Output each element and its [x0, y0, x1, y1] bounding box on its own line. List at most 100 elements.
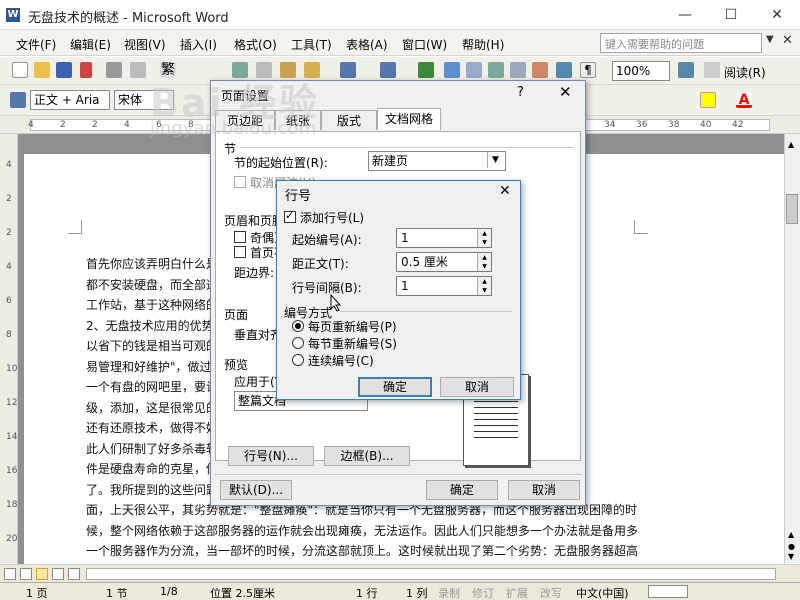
- status-ext[interactable]: 扩展: [506, 585, 528, 600]
- web-view-icon[interactable]: [20, 568, 32, 580]
- doc-close-icon[interactable]: ✕: [782, 33, 793, 48]
- hyperlink-icon[interactable]: [418, 62, 434, 78]
- close-button[interactable]: ✕: [754, 0, 800, 30]
- next-page-icon[interactable]: ▼: [788, 552, 794, 561]
- from-edge-label: 距边界:: [234, 266, 275, 280]
- ruler-number: 40: [700, 120, 712, 130]
- section-start-label: 节的起始位置(R):: [234, 156, 328, 170]
- line-numbers-title: 行号: [285, 189, 312, 204]
- help-icon[interactable]: [678, 62, 694, 78]
- interval-input[interactable]: 1 ▲ ▼: [396, 276, 492, 296]
- spin-down-icon[interactable]: ▼: [477, 262, 491, 271]
- help-search-input[interactable]: 键入需要帮助的问题: [600, 33, 762, 53]
- word-app-icon: W: [6, 8, 20, 22]
- save-icon[interactable]: [56, 62, 72, 78]
- radio-restart-each-section[interactable]: [292, 337, 304, 349]
- start-at-label: 起始编号(A):: [292, 233, 362, 247]
- chevron-down-icon[interactable]: ▼: [766, 34, 774, 45]
- zoom-select[interactable]: 100%: [612, 61, 670, 81]
- style-select[interactable]: 正文 + Aria: [30, 90, 110, 110]
- spin-down-icon[interactable]: ▼: [477, 286, 491, 295]
- permission-icon[interactable]: [80, 62, 92, 78]
- page-setup-ok-button[interactable]: 确定: [426, 480, 498, 500]
- line-numbers-button[interactable]: 行号(N)...: [228, 446, 314, 466]
- minimize-button[interactable]: —: [662, 0, 708, 30]
- columns-icon[interactable]: [510, 62, 526, 78]
- first-page-checkbox[interactable]: [234, 246, 246, 258]
- spin-up-icon[interactable]: ▲: [477, 277, 491, 286]
- menu-edit[interactable]: 编辑(E): [70, 36, 111, 53]
- close-icon[interactable]: ✕: [499, 183, 511, 199]
- line-numbers-cancel-button[interactable]: 取消: [440, 377, 514, 397]
- insert-excel-icon[interactable]: [488, 62, 504, 78]
- highlight-icon[interactable]: [700, 92, 716, 108]
- borders-button[interactable]: 边框(B)...: [324, 446, 410, 466]
- tab-layout[interactable]: 版式: [321, 110, 377, 130]
- menu-format[interactable]: 格式(O): [234, 36, 277, 53]
- close-icon[interactable]: ✕: [559, 83, 572, 101]
- title-bar: W 无盘技术的概述 - Microsoft Word — ☐ ✕: [0, 0, 800, 30]
- vertical-scrollbar[interactable]: ▲ ▲ ● ▼: [784, 134, 800, 564]
- scroll-thumb[interactable]: [786, 194, 798, 224]
- prev-page-icon[interactable]: ▲: [788, 530, 794, 539]
- read-mode-button[interactable]: 阅读(R): [724, 64, 766, 81]
- status-section: 1 节: [106, 587, 128, 600]
- scroll-up-icon[interactable]: ▲: [788, 140, 794, 149]
- page-setup-cancel-button[interactable]: 取消: [508, 480, 580, 500]
- normal-view-icon[interactable]: [4, 568, 16, 580]
- styles-pane-icon[interactable]: [10, 92, 26, 108]
- maximize-button[interactable]: ☐: [708, 0, 754, 30]
- tables-borders-icon[interactable]: [444, 62, 460, 78]
- status-rec[interactable]: 录制: [438, 585, 460, 600]
- drawing-icon[interactable]: [532, 62, 548, 78]
- redo-icon[interactable]: [380, 62, 396, 78]
- select-browse-icon[interactable]: ●: [788, 542, 795, 551]
- insert-table-icon[interactable]: [466, 62, 482, 78]
- spin-up-icon[interactable]: ▲: [477, 229, 491, 238]
- font-color-icon[interactable]: A: [736, 92, 752, 108]
- status-ovr[interactable]: 改写: [540, 585, 562, 600]
- from-text-value: 0.5 厘米: [401, 255, 448, 269]
- menu-tools[interactable]: 工具(T): [291, 36, 332, 53]
- outline-view-icon[interactable]: [52, 568, 64, 580]
- menu-table[interactable]: 表格(A): [346, 36, 388, 53]
- start-at-input[interactable]: 1 ▲ ▼: [396, 228, 492, 248]
- menu-view[interactable]: 视图(V): [124, 36, 166, 53]
- vruler-number: 10: [6, 364, 18, 374]
- document-map-icon[interactable]: [556, 62, 572, 78]
- read-mode-icon[interactable]: [704, 62, 720, 78]
- radio-restart-each-page[interactable]: [292, 320, 304, 332]
- spin-down-icon[interactable]: ▼: [477, 238, 491, 247]
- spin-up-icon[interactable]: ▲: [477, 253, 491, 262]
- spelling-status-icon[interactable]: [648, 585, 688, 598]
- odd-even-checkbox[interactable]: [234, 231, 246, 243]
- add-line-numbers-checkbox[interactable]: ✓: [284, 209, 296, 223]
- vruler-number: 20: [6, 534, 18, 544]
- chevron-down-icon[interactable]: ▼: [487, 152, 503, 168]
- menu-insert[interactable]: 插入(I): [180, 36, 217, 53]
- default-button[interactable]: 默认(D)...: [220, 480, 292, 500]
- menu-window[interactable]: 窗口(W): [402, 36, 447, 53]
- new-doc-icon[interactable]: [12, 62, 28, 78]
- print-preview-icon[interactable]: [130, 62, 146, 78]
- separator: [340, 311, 512, 312]
- help-icon[interactable]: ?: [517, 85, 524, 100]
- status-trk[interactable]: 修订: [472, 585, 494, 600]
- section-start-select[interactable]: 新建页 ▼: [368, 151, 506, 171]
- line-numbers-ok-button[interactable]: 确定: [358, 377, 432, 397]
- open-folder-icon[interactable]: [34, 62, 50, 78]
- radio-continuous[interactable]: [292, 354, 304, 366]
- from-text-input[interactable]: 0.5 厘米 ▲ ▼: [396, 252, 492, 272]
- menu-file[interactable]: 文件(F): [16, 36, 56, 53]
- corner-mark: [634, 220, 648, 234]
- tab-document-grid[interactable]: 文档网格: [377, 108, 441, 130]
- horizontal-scrollbar[interactable]: [86, 568, 776, 580]
- show-hide-icon[interactable]: ¶: [580, 62, 596, 78]
- undo-icon[interactable]: [340, 62, 356, 78]
- reading-view-icon[interactable]: [68, 568, 80, 580]
- suppress-endnotes-checkbox[interactable]: [234, 176, 246, 188]
- print-view-icon[interactable]: [36, 568, 48, 580]
- menu-help[interactable]: 帮助(H): [462, 36, 504, 53]
- print-icon[interactable]: [106, 62, 122, 78]
- add-line-numbers-label: 添加行号(L): [300, 211, 365, 225]
